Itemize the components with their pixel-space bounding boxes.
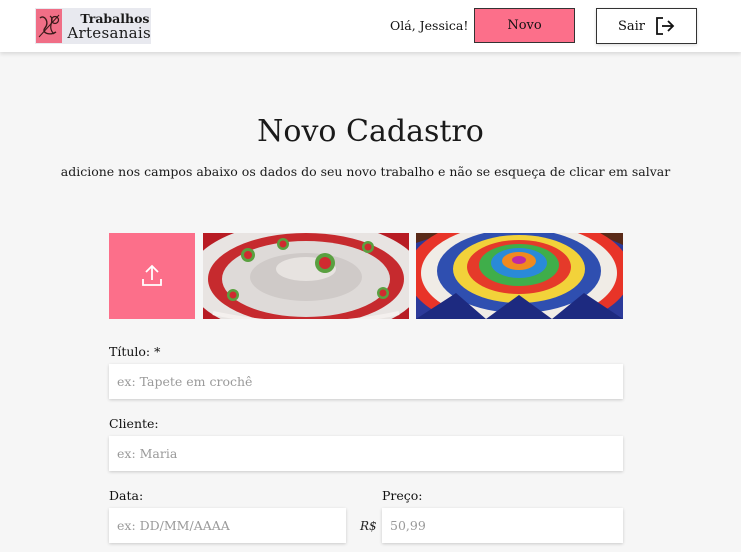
page-title: Novo Cadastro <box>257 114 484 149</box>
top-navbar: Trabalhos Artesanais Olá, Jessica! Novo … <box>0 0 741 52</box>
logo-text: Trabalhos Artesanais <box>67 12 151 42</box>
novo-button[interactable]: Novo <box>474 8 575 43</box>
data-label: Data: <box>109 488 144 503</box>
titulo-input[interactable] <box>109 364 623 399</box>
upload-image-button[interactable] <box>109 233 195 319</box>
preco-input[interactable] <box>382 508 623 543</box>
sair-button[interactable]: Sair <box>596 8 697 44</box>
work-photo-2[interactable] <box>416 233 623 319</box>
cliente-label: Cliente: <box>109 416 159 431</box>
logo-mark <box>36 9 63 43</box>
crochet-doily-red-white-image <box>203 233 409 319</box>
sair-button-label: Sair <box>617 18 646 34</box>
preco-label: Preço: <box>382 488 423 503</box>
crochet-doily-rainbow-image <box>416 233 623 319</box>
logo-line-2: Artesanais <box>67 24 151 42</box>
cliente-input[interactable] <box>109 436 623 471</box>
brand-logo[interactable]: Trabalhos Artesanais <box>35 8 151 44</box>
upload-icon <box>142 264 162 286</box>
page-subtitle: adicione nos campos abaixo os dados do s… <box>60 164 671 179</box>
user-greeting: Olá, Jessica! <box>390 18 469 33</box>
data-input[interactable] <box>109 508 346 543</box>
titulo-label: Título: * <box>109 344 161 359</box>
yarn-needle-icon <box>38 14 60 38</box>
currency-symbol: R$ <box>360 519 377 533</box>
logout-icon <box>656 17 675 35</box>
work-photo-1[interactable] <box>203 233 409 319</box>
